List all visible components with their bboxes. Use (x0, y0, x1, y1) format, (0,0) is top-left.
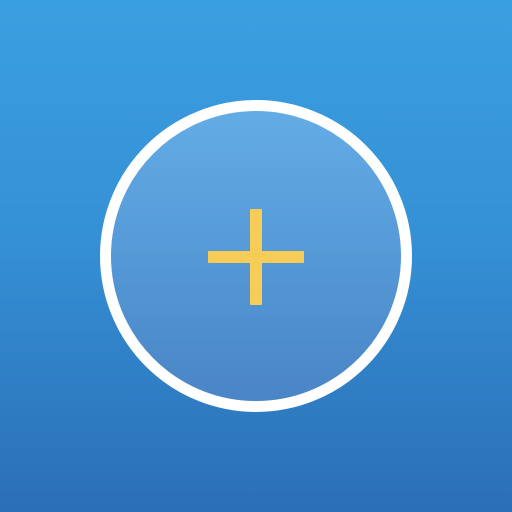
app-screen (0, 0, 512, 512)
add-button[interactable] (100, 100, 412, 412)
plus-icon-horizontal-bar (208, 251, 304, 263)
plus-icon (208, 209, 304, 305)
